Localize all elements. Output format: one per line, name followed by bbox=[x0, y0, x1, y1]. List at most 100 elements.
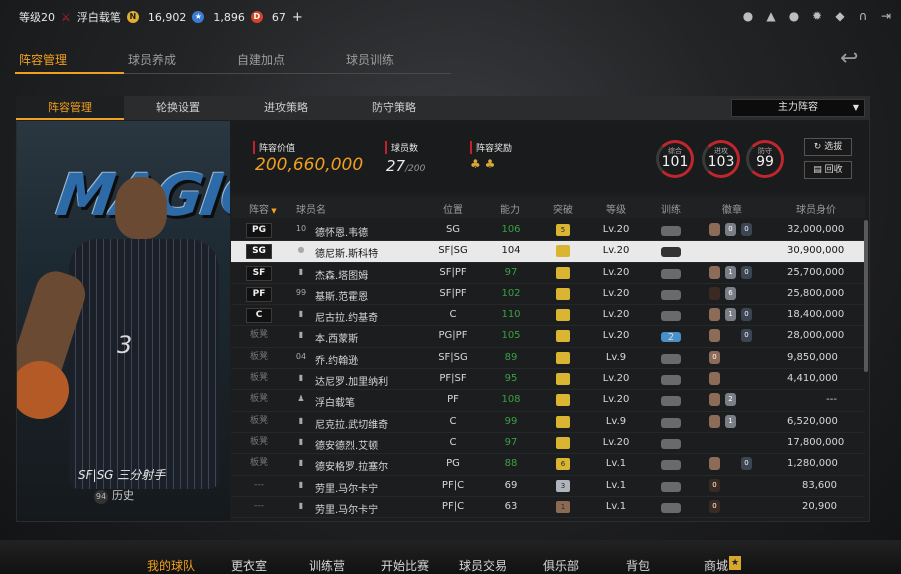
table-row[interactable]: 板凳 ▮ 本.西蒙斯 PG|PF 105 Lv.20 2 0 28,000,00… bbox=[231, 326, 865, 348]
nav-trade[interactable]: 球员交易 bbox=[459, 557, 507, 574]
train-icon[interactable] bbox=[661, 375, 681, 386]
level: Lv.9 bbox=[605, 351, 627, 363]
signal-icon: ▮ bbox=[298, 479, 304, 489]
reward-icon[interactable]: ♣ ♣ bbox=[470, 157, 495, 171]
subtab-lineup[interactable]: 阵容管理 bbox=[16, 96, 124, 120]
add-currency-button[interactable]: + bbox=[292, 10, 303, 25]
table-row[interactable]: 板凳 ▮ 德安格罗.拉塞尔 PG 88 6 Lv.1 0 1,280,000 bbox=[231, 454, 865, 476]
header-name[interactable]: 球员名 bbox=[296, 201, 326, 216]
back-arrow-icon[interactable]: ↩ bbox=[840, 46, 858, 71]
ability: 110 bbox=[501, 309, 521, 321]
select-button[interactable]: ↻ 选拔 bbox=[804, 138, 852, 156]
bell-icon[interactable]: ▲ bbox=[764, 9, 778, 23]
train-icon[interactable] bbox=[661, 396, 681, 407]
recycle-button[interactable]: ▤ 回收 bbox=[804, 161, 852, 179]
player-body bbox=[69, 239, 219, 489]
breakthrough-badge bbox=[556, 245, 570, 258]
scrollbar[interactable] bbox=[864, 220, 868, 372]
table-row[interactable]: SG ● 德尼斯.斯科特 SF|SG 104 Lv.20 30,900,000 bbox=[231, 241, 865, 263]
diamond-icon: D bbox=[250, 11, 263, 23]
header-ability[interactable]: 能力 bbox=[500, 201, 520, 216]
train-icon[interactable] bbox=[661, 417, 681, 428]
breakthrough-badge: 6 bbox=[556, 458, 570, 471]
signal-icon: ▮ bbox=[298, 500, 304, 510]
tab-player-development[interactable]: 球员养成 bbox=[124, 50, 233, 74]
table-row[interactable]: 板凳 ▮ 尼克拉.武切维奇 C 99 Lv.9 1 6,520,000 bbox=[231, 412, 865, 433]
table-row[interactable]: 板凳 ▮ 德安德烈.艾顿 C 97 Lv.20 17,800,000 bbox=[231, 433, 865, 455]
table-row[interactable]: 板凳 ▮ 达尼罗.加里纳利 PF|SF 95 Lv.20 4,410,000 bbox=[231, 369, 865, 391]
tab-lineup-management[interactable]: 阵容管理 bbox=[15, 50, 124, 74]
nav-my-team[interactable]: 我的球队 bbox=[147, 557, 195, 574]
header-price[interactable]: 球员身价 bbox=[796, 201, 836, 216]
header-badge[interactable]: 徽章 bbox=[722, 201, 742, 216]
breakthrough-badge: 5 bbox=[556, 224, 570, 236]
player-count-max: /200 bbox=[405, 164, 426, 174]
train-icon[interactable] bbox=[661, 438, 681, 449]
badge-icon bbox=[709, 265, 720, 279]
defense-value: 99 bbox=[756, 154, 774, 170]
username[interactable]: 浮白载笔 bbox=[77, 9, 121, 25]
ability: 99 bbox=[504, 415, 518, 427]
train-icon[interactable] bbox=[661, 481, 681, 492]
table-row[interactable]: C ▮ 尼古拉.约基奇 C 110 Lv.20 1 0 18,400,000 bbox=[231, 305, 865, 327]
gear-icon[interactable]: ✹ bbox=[810, 9, 824, 23]
header-train[interactable]: 训练 bbox=[661, 201, 681, 216]
train-icon[interactable]: 2 bbox=[661, 332, 681, 343]
headset-icon[interactable]: ∩ bbox=[856, 9, 870, 23]
ability: 69 bbox=[504, 479, 518, 491]
train-icon[interactable] bbox=[661, 353, 681, 364]
header-level[interactable]: 等级 bbox=[606, 201, 626, 216]
friends-icon[interactable]: ● bbox=[787, 9, 801, 23]
subtab-rotation[interactable]: 轮换设置 bbox=[124, 96, 232, 120]
header-breakthrough[interactable]: 突破 bbox=[553, 201, 573, 216]
train-icon[interactable] bbox=[661, 460, 681, 471]
player-name: 德安德烈.艾顿 bbox=[315, 440, 379, 452]
badge-icon: 0 bbox=[709, 499, 720, 513]
player-pos: C bbox=[449, 309, 457, 321]
exit-icon[interactable]: ⇥ bbox=[879, 9, 893, 23]
nav-shop[interactable]: 商城 bbox=[704, 557, 728, 574]
table-row[interactable]: 板凳 04 乔.约翰逊 SF|SG 89 Lv.9 0 9,850,000 bbox=[231, 348, 865, 370]
lineup-select[interactable]: 主力阵容 ▼ bbox=[731, 99, 865, 117]
nav-start-game[interactable]: 开始比赛 bbox=[381, 557, 429, 574]
breakthrough-badge bbox=[556, 309, 570, 322]
player-icon: ● bbox=[297, 245, 305, 255]
recycle-button-label: 回收 bbox=[824, 165, 843, 175]
level: Lv.20 bbox=[602, 266, 630, 278]
nav-bag[interactable]: 背包 bbox=[626, 557, 650, 574]
slot: 板凳 bbox=[249, 415, 268, 426]
train-icon[interactable] bbox=[661, 311, 681, 322]
tab-custom-points[interactable]: 自建加点 bbox=[233, 50, 342, 74]
shield-icon[interactable]: ◆ bbox=[833, 9, 847, 23]
player-portrait: MAGIC 3 bbox=[17, 121, 230, 521]
price: 6,520,000 bbox=[787, 415, 838, 427]
train-icon[interactable] bbox=[661, 247, 681, 258]
train-icon[interactable] bbox=[661, 226, 681, 236]
ability: 97 bbox=[504, 436, 518, 448]
train-icon[interactable] bbox=[661, 502, 681, 513]
header-pos[interactable]: 位置 bbox=[443, 201, 463, 216]
player-name: 尼古拉.约基奇 bbox=[315, 313, 379, 325]
tab-player-training[interactable]: 球员训练 bbox=[342, 50, 451, 74]
slot: 板凳 bbox=[249, 373, 268, 384]
nav-locker-room[interactable]: 更衣室 bbox=[231, 557, 267, 574]
badge-icon bbox=[709, 372, 720, 386]
table-row[interactable]: --- ▮ 劳里.马尔卡宁 PF|C 69 3 Lv.1 0 83,600 bbox=[231, 476, 865, 497]
table-row[interactable]: PG 10 德怀恩.韦德 SG 106 5 Lv.20 0 0 32,000,0… bbox=[231, 220, 865, 242]
header-lineup[interactable]: 阵容 ▼ bbox=[249, 201, 277, 216]
player-name: 本.西蒙斯 bbox=[315, 334, 359, 346]
table-row[interactable]: PF 99 基斯.范霍恩 SF|PF 102 Lv.20 6 25,800,00… bbox=[231, 284, 865, 306]
subtab-offense[interactable]: 进攻策略 bbox=[232, 96, 340, 120]
badge-icon: 0 bbox=[709, 478, 720, 492]
table-row[interactable]: SF ▮ 杰森.塔图姆 SF|PF 97 Lv.20 1 0 25,700,00… bbox=[231, 263, 865, 284]
train-icon[interactable] bbox=[661, 268, 681, 279]
level: Lv.9 bbox=[605, 415, 627, 427]
subtab-defense[interactable]: 防守策略 bbox=[340, 96, 448, 120]
badge-icon bbox=[709, 414, 720, 428]
user-icon[interactable]: ● bbox=[741, 9, 755, 23]
table-row[interactable]: --- ▮ 劳里.马尔卡宁 PF|C 63 1 Lv.1 0 20,900 bbox=[231, 497, 865, 519]
table-row[interactable]: 板凳 ♟ 浮白载笔 PF 108 Lv.20 2 --- bbox=[231, 390, 865, 412]
nav-club[interactable]: 俱乐部 bbox=[543, 557, 579, 574]
train-icon[interactable] bbox=[661, 289, 681, 300]
nav-training-camp[interactable]: 训练营 bbox=[309, 557, 345, 574]
